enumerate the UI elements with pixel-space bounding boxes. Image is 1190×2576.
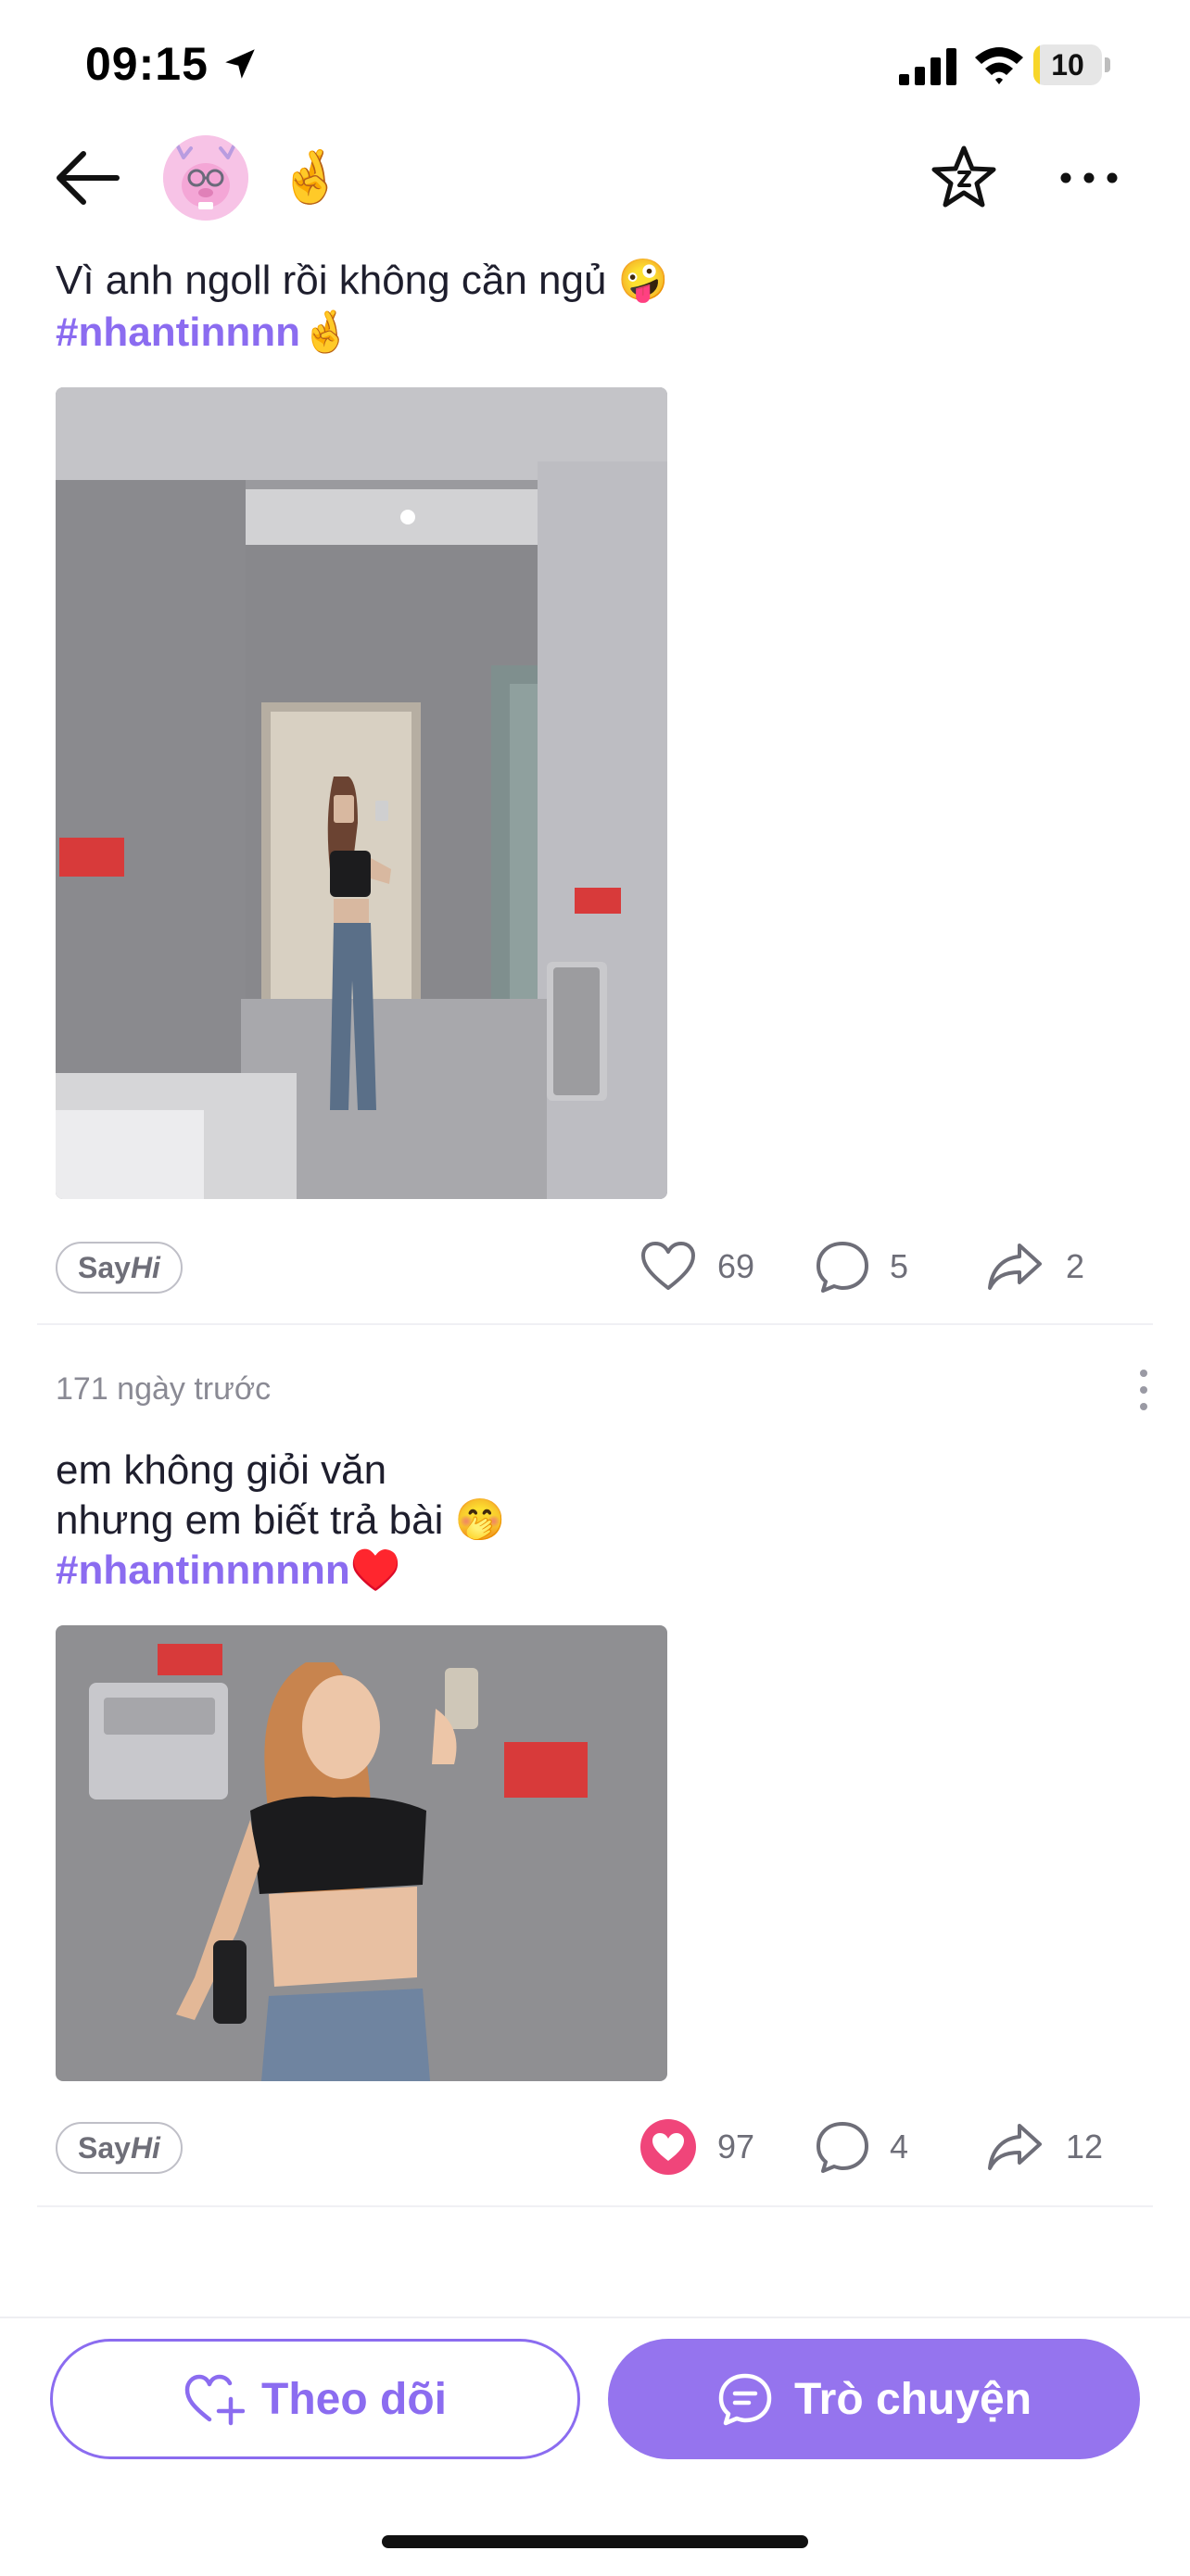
post-2-share-icon[interactable] xyxy=(986,2118,1044,2176)
header-hand-emoji: 🤞 xyxy=(278,147,343,206)
post-1-sayhi-say: Say xyxy=(78,1251,131,1284)
post-1-hashtag[interactable]: #nhantinnnn xyxy=(56,309,300,355)
post-2-text-emoji: 🤭 xyxy=(454,1497,506,1543)
post-1-text-emoji: 🤪 xyxy=(617,258,669,303)
location-arrow-icon xyxy=(225,49,255,79)
post-2-comment-icon[interactable] xyxy=(814,2118,871,2176)
follow-button-label: Theo dõi xyxy=(261,2374,447,2424)
post-1-comment-icon[interactable] xyxy=(814,1238,871,1295)
clipped-previous-line xyxy=(56,230,704,250)
post-divider xyxy=(37,2205,1153,2207)
post-2-sayhi-button[interactable]: SayHi xyxy=(56,2122,183,2174)
home-indicator[interactable] xyxy=(382,2535,808,2548)
post-2-hashtag[interactable]: #nhantinnnnnn xyxy=(56,1547,350,1593)
post-2-timestamp: 171 ngày trước xyxy=(56,1371,272,1407)
post-2-sayhi-say: Say xyxy=(78,2131,131,2165)
post-2-sayhi-hi: Hi xyxy=(130,2131,160,2165)
status-time: 09:15 xyxy=(85,38,209,90)
chat-button[interactable]: Trò chuyện xyxy=(608,2339,1140,2459)
battery-tip xyxy=(1105,57,1110,72)
post-2-comment-count: 4 xyxy=(890,2128,909,2166)
post-2-more-icon[interactable] xyxy=(1133,1364,1155,1420)
post-1-share-icon[interactable] xyxy=(986,1238,1044,1295)
post-1-text: Vì anh ngoll rồi không cần ngủ 🤪 xyxy=(56,256,668,306)
profile-avatar[interactable] xyxy=(163,135,248,221)
post-1-comment-count: 5 xyxy=(890,1247,909,1285)
post-2-text-line-1: em không giỏi văn xyxy=(56,1447,387,1493)
post-1-like-icon[interactable] xyxy=(639,1238,697,1295)
post-1-hashtag-emoji: 🤞 xyxy=(299,309,351,355)
post-2-hashtag-row: #nhantinnnnnn♥️ xyxy=(56,1546,401,1596)
heart-plus-icon xyxy=(184,2374,246,2426)
post-1-share-count: 2 xyxy=(1066,1247,1085,1285)
back-arrow-icon[interactable] xyxy=(52,146,122,209)
post-1-photo[interactable] xyxy=(56,387,667,1199)
post-1-like-count: 69 xyxy=(717,1247,755,1285)
cellular-signal-icon xyxy=(899,48,956,85)
battery-indicator: 10 xyxy=(1033,44,1111,87)
post-1-sayhi-button[interactable]: SayHi xyxy=(56,1242,183,1294)
post-2-share-count: 12 xyxy=(1066,2128,1104,2166)
post-2-text-line-2-text: nhưng em biết trả bài xyxy=(56,1497,444,1543)
chat-button-label: Trò chuyện xyxy=(793,2374,1032,2424)
post-1-hashtag-row: #nhantinnnn🤞 xyxy=(56,308,351,358)
post-2-like-icon[interactable] xyxy=(639,2118,697,2176)
post-2-hashtag-emoji: ♥️ xyxy=(349,1547,401,1593)
battery-level-text: 10 xyxy=(1051,48,1084,82)
post-2-text-line-2: nhưng em biết trả bài 🤭 xyxy=(56,1496,505,1546)
chat-bubble-icon xyxy=(718,2373,772,2426)
post-1-sayhi-hi: Hi xyxy=(130,1251,160,1284)
follow-button[interactable]: Theo dõi xyxy=(50,2339,580,2459)
post-divider xyxy=(37,1323,1153,1325)
favorite-star-icon[interactable] xyxy=(929,143,999,213)
post-2-like-count: 97 xyxy=(717,2128,755,2166)
post-1-text-line: Vì anh ngoll rồi không cần ngủ xyxy=(56,258,607,303)
more-options-icon[interactable] xyxy=(1057,152,1121,204)
wifi-icon xyxy=(975,47,1023,84)
post-2-photo[interactable] xyxy=(56,1625,667,2081)
